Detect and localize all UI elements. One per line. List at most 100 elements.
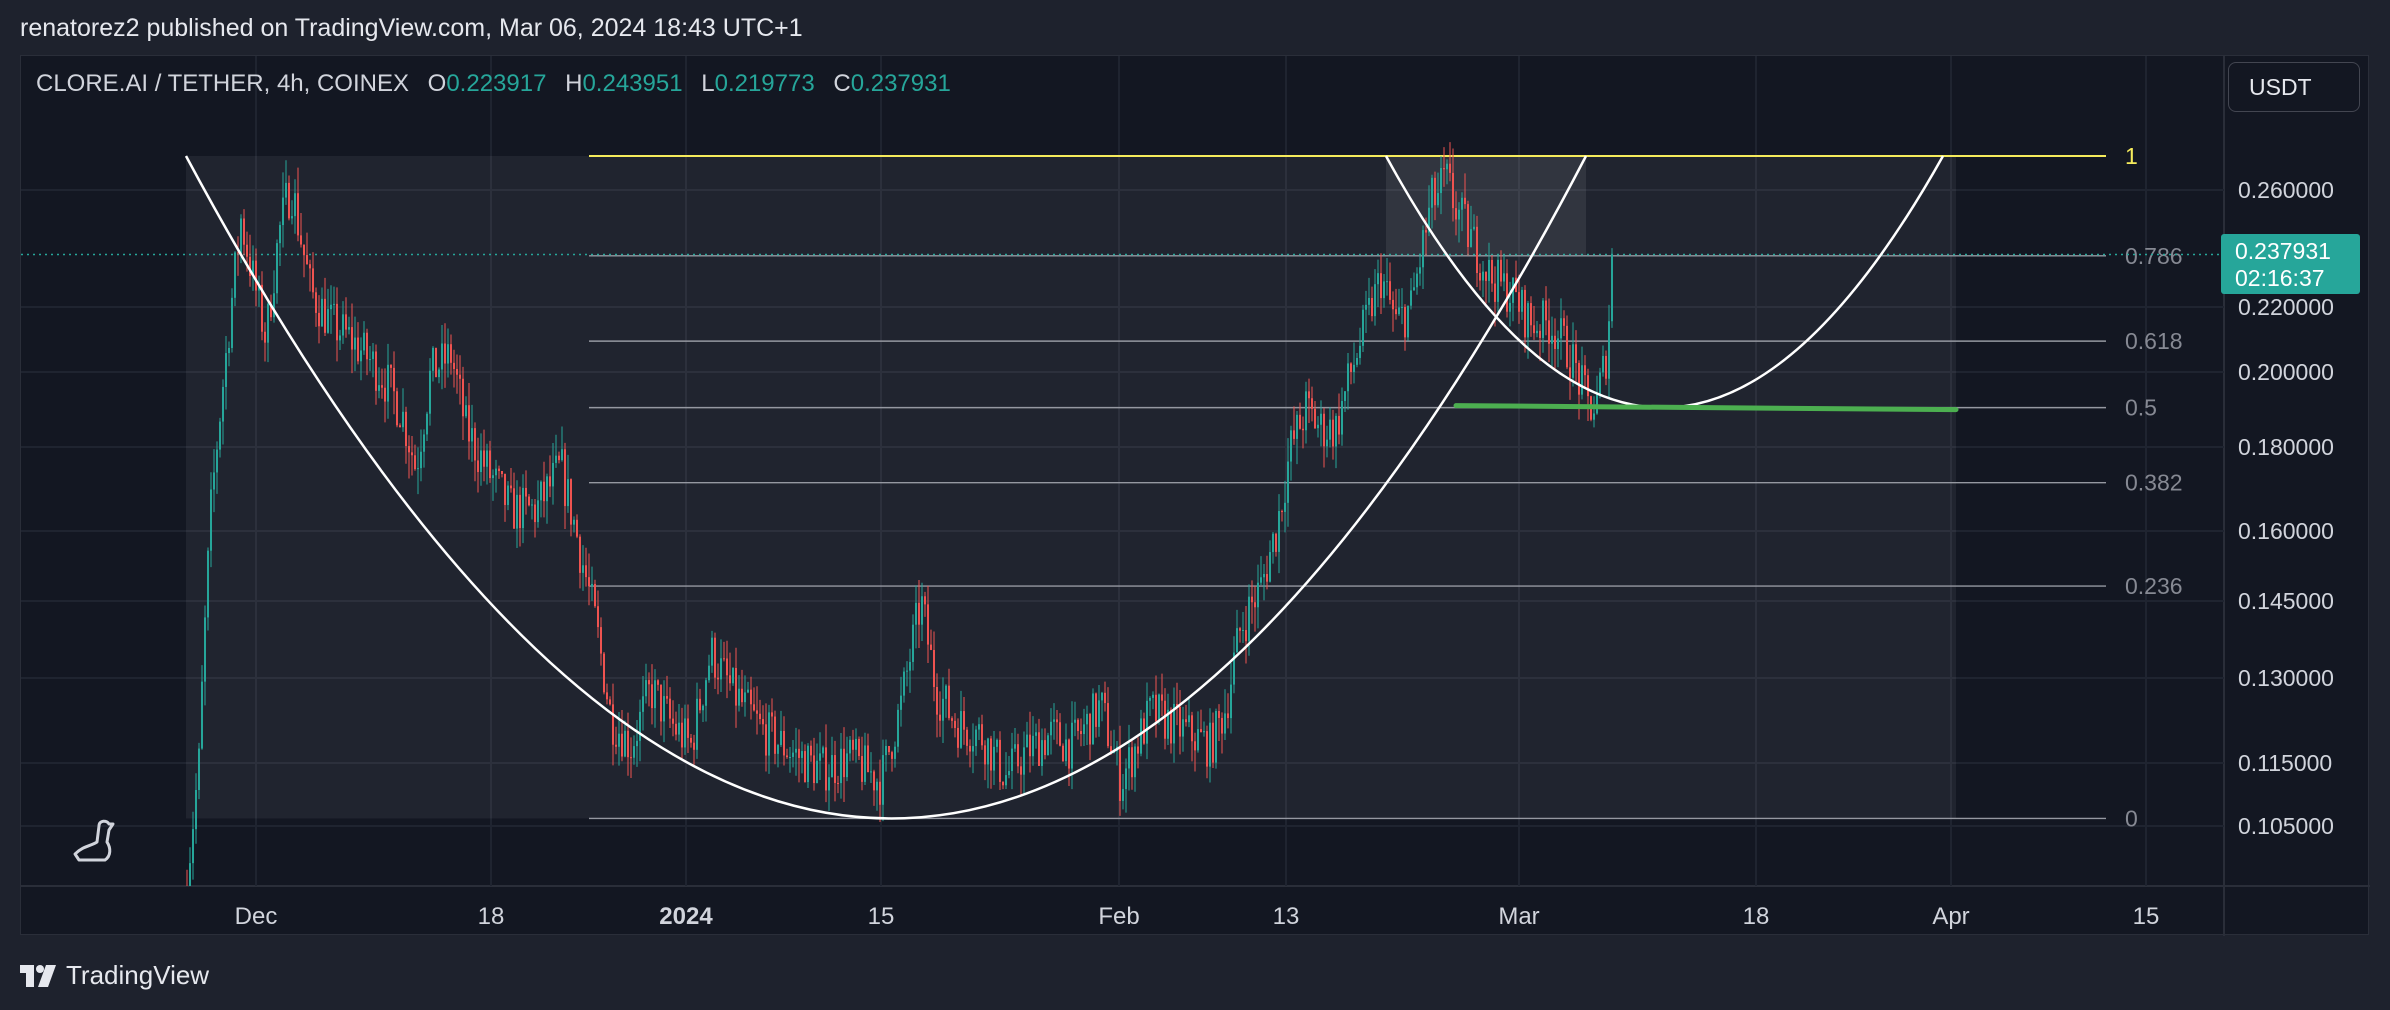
candle-body <box>966 729 968 746</box>
candle-body <box>1047 735 1049 756</box>
candle-body <box>1443 168 1445 170</box>
candle-body <box>1485 271 1487 281</box>
candle-body <box>717 677 719 680</box>
low-label: L <box>701 70 715 97</box>
fib-level-label: 0.382 <box>2125 470 2183 496</box>
price-tick-label: 0.200000 <box>2238 359 2334 385</box>
candle-body <box>777 745 779 754</box>
candle-body <box>771 712 773 717</box>
candle-body <box>1230 684 1232 719</box>
candle-body <box>855 738 857 750</box>
candle-body <box>807 745 809 783</box>
candle-body <box>336 303 338 341</box>
candle-body <box>525 487 527 497</box>
candle-body <box>1563 318 1565 326</box>
currency-button[interactable]: USDT <box>2228 62 2360 112</box>
candle-body <box>993 746 995 771</box>
low-value: 0.219773 <box>714 70 815 97</box>
chart-frame[interactable]: 1 0.786 0.618 0.5 0.382 0.236 0 0.260000 0.2200… <box>20 55 2370 936</box>
symbol-name[interactable]: CLORE.AI / TETHER, 4h, COINEX <box>36 70 409 97</box>
candle-body <box>1557 338 1559 349</box>
candle-body <box>522 487 524 529</box>
candle-body <box>519 494 521 529</box>
candle-body <box>918 602 920 625</box>
candle-body <box>300 235 302 245</box>
candle-body <box>1533 325 1535 334</box>
candle-body <box>570 479 572 525</box>
candle-body <box>294 193 296 217</box>
candle-body <box>831 755 833 778</box>
candle-body <box>654 680 656 709</box>
candle-body <box>990 738 992 771</box>
candle-body <box>282 197 284 226</box>
candle-body <box>246 244 248 257</box>
candle-body <box>627 730 629 758</box>
candle-body <box>1002 781 1004 786</box>
candle-body <box>1164 700 1166 739</box>
candle-body <box>435 347 437 378</box>
candle-body <box>987 738 989 765</box>
candle-body <box>474 428 476 461</box>
candle-body <box>858 738 860 757</box>
candle-body <box>1584 365 1586 376</box>
candle-body <box>462 378 464 417</box>
candle-body <box>693 742 695 750</box>
candle-body <box>1080 731 1082 735</box>
time-axis[interactable]: Dec 18 2024 15 Feb 13 Mar 18 Apr 15 <box>235 903 2160 930</box>
candle-body <box>633 746 635 758</box>
candle-body <box>1170 709 1172 744</box>
candle-body <box>1008 771 1010 776</box>
candle-body <box>1437 193 1439 206</box>
candle-body <box>981 724 983 746</box>
candle-body <box>303 244 305 256</box>
candle-body <box>753 704 755 711</box>
candle-body <box>1293 430 1295 439</box>
candle-body <box>792 752 794 757</box>
candle-body <box>822 747 824 754</box>
candle-body <box>888 745 890 753</box>
symbol-legend[interactable]: CLORE.AI / TETHER, 4h, COINEX O0.223917 … <box>36 70 951 98</box>
dino-icon[interactable] <box>73 819 115 862</box>
candle-body <box>1611 254 1613 322</box>
candle-body <box>1458 209 1460 220</box>
candle-body <box>1077 719 1079 732</box>
candle-body <box>1350 363 1352 373</box>
candle-body <box>645 680 647 697</box>
candle-body <box>243 218 245 245</box>
candle-body <box>369 359 371 361</box>
candle-body <box>729 675 731 684</box>
fib-level-label: 0.5 <box>2125 395 2157 421</box>
tradingview-logo[interactable]: TradingView <box>20 960 209 991</box>
candle-body <box>297 193 299 236</box>
candle-body <box>1491 259 1493 284</box>
candle-body <box>225 353 227 387</box>
candle-body <box>1038 732 1040 766</box>
candle-body <box>501 471 503 475</box>
candle-body <box>648 680 650 685</box>
candle-body <box>957 727 959 748</box>
candle-body <box>726 658 728 676</box>
candle-body <box>1308 391 1310 399</box>
candle-body <box>1224 713 1226 734</box>
candle-body <box>1593 413 1595 420</box>
candle-body <box>1125 768 1127 790</box>
candle-body <box>1203 731 1205 733</box>
candle-body <box>1209 722 1211 767</box>
candle-body <box>750 689 752 705</box>
candle-body <box>618 733 620 747</box>
candle-body <box>1041 740 1043 766</box>
candle-body <box>1104 692 1106 704</box>
price-chart[interactable]: 1 0.786 0.618 0.5 0.382 0.236 0 0.260000 0.2200… <box>21 56 2370 936</box>
candle-body <box>1257 582 1259 608</box>
candle-body <box>447 344 449 364</box>
candle-body <box>1560 318 1562 339</box>
candle-body <box>927 604 929 645</box>
candle-body <box>972 746 974 752</box>
candle-body <box>1554 335 1556 349</box>
candle-body <box>414 455 416 470</box>
candle-body <box>1551 335 1553 344</box>
candle-body <box>999 739 1001 782</box>
candle-body <box>1599 372 1601 394</box>
price-tick-label: 0.105000 <box>2238 813 2334 839</box>
candle-body <box>408 446 410 453</box>
